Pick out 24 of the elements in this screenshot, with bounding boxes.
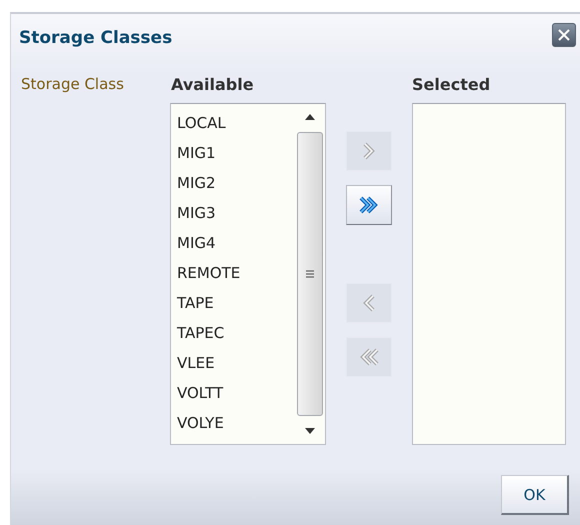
list-item[interactable]: REMOTE xyxy=(177,258,295,288)
list-item[interactable]: MIG4 xyxy=(177,228,295,258)
list-item[interactable]: VLEE xyxy=(177,348,295,378)
close-icon xyxy=(558,29,570,41)
scrollbar-thumb[interactable] xyxy=(297,132,323,416)
list-item[interactable]: VOLYE xyxy=(177,408,295,438)
list-item[interactable]: VOLTT xyxy=(177,378,295,408)
dialog-title: Storage Classes xyxy=(19,28,172,48)
scroll-down-icon[interactable] xyxy=(305,428,315,434)
ok-button[interactable]: OK xyxy=(501,475,569,515)
list-item[interactable]: TAPE xyxy=(177,288,295,318)
field-label: Storage Class xyxy=(21,75,125,95)
selected-heading: Selected xyxy=(412,75,492,96)
list-item[interactable]: MIG3 xyxy=(177,198,295,228)
list-item[interactable]: LOCAL xyxy=(177,108,295,138)
close-button[interactable] xyxy=(552,23,576,47)
list-item[interactable]: TAPEC xyxy=(177,318,295,348)
grip-icon xyxy=(305,270,315,278)
list-item[interactable]: MIG2 xyxy=(177,168,295,198)
available-heading: Available xyxy=(171,75,255,96)
move-all-button[interactable] xyxy=(346,185,392,225)
available-list[interactable]: LOCAL MIG1 MIG2 MIG3 MIG4 REMOTE TAPE TAPEC VLEE VOLTT VOLYE xyxy=(170,103,326,445)
scroll-up-icon[interactable] xyxy=(305,114,315,120)
list-item[interactable]: MIG1 xyxy=(177,138,295,168)
